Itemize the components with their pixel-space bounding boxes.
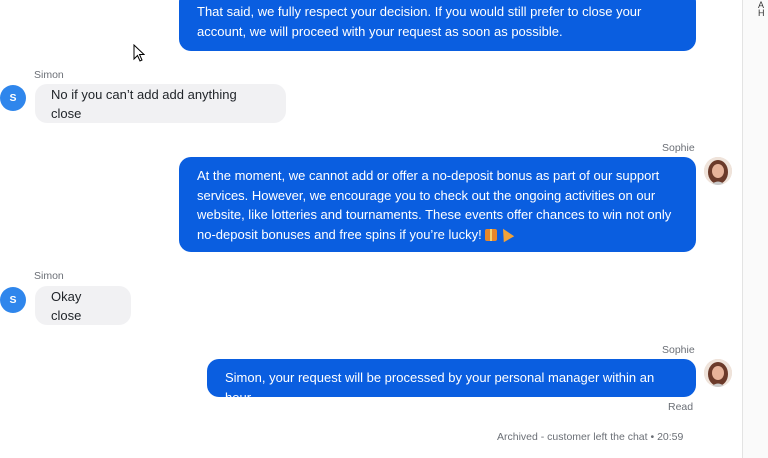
side-panel-edge: A H xyxy=(742,0,768,458)
sender-name: Sophie xyxy=(662,142,695,154)
party-popper-emoji xyxy=(497,225,514,242)
customer-avatar: S xyxy=(0,85,26,111)
gift-emoji xyxy=(484,228,497,241)
customer-avatar: S xyxy=(0,287,26,313)
read-status: Read xyxy=(668,401,694,413)
customer-message: No if you can’t add add anything close xyxy=(35,84,286,123)
chat-transcript: That said, we fully respect your decisio… xyxy=(0,0,742,458)
agent-message: That said, we fully respect your decisio… xyxy=(179,0,696,51)
sender-name: Sophie xyxy=(662,344,695,356)
message-text: Simon, your request will be processed by… xyxy=(225,370,655,405)
agent-message: Simon, your request will be processed by… xyxy=(207,359,696,405)
customer-message: Okay close xyxy=(35,286,131,325)
message-text: No if you can’t add add anything close xyxy=(51,86,237,121)
agent-avatar xyxy=(704,157,732,185)
message-text: That said, we fully respect your decisio… xyxy=(197,4,642,39)
sender-name: Simon xyxy=(34,69,64,81)
side-panel-text: H xyxy=(758,8,765,18)
agent-photo-icon xyxy=(704,359,732,387)
agent-photo-icon xyxy=(704,157,732,185)
message-text: Okay close xyxy=(51,288,82,323)
agent-message: At the moment, we cannot add or offer a … xyxy=(179,157,696,252)
archived-note: Archived - customer left the chat • 20:5… xyxy=(497,431,684,443)
sender-name: Simon xyxy=(34,270,64,282)
message-text: At the moment, we cannot add or offer a … xyxy=(197,168,672,242)
agent-avatar xyxy=(704,359,732,387)
mouse-cursor-icon xyxy=(133,44,145,62)
